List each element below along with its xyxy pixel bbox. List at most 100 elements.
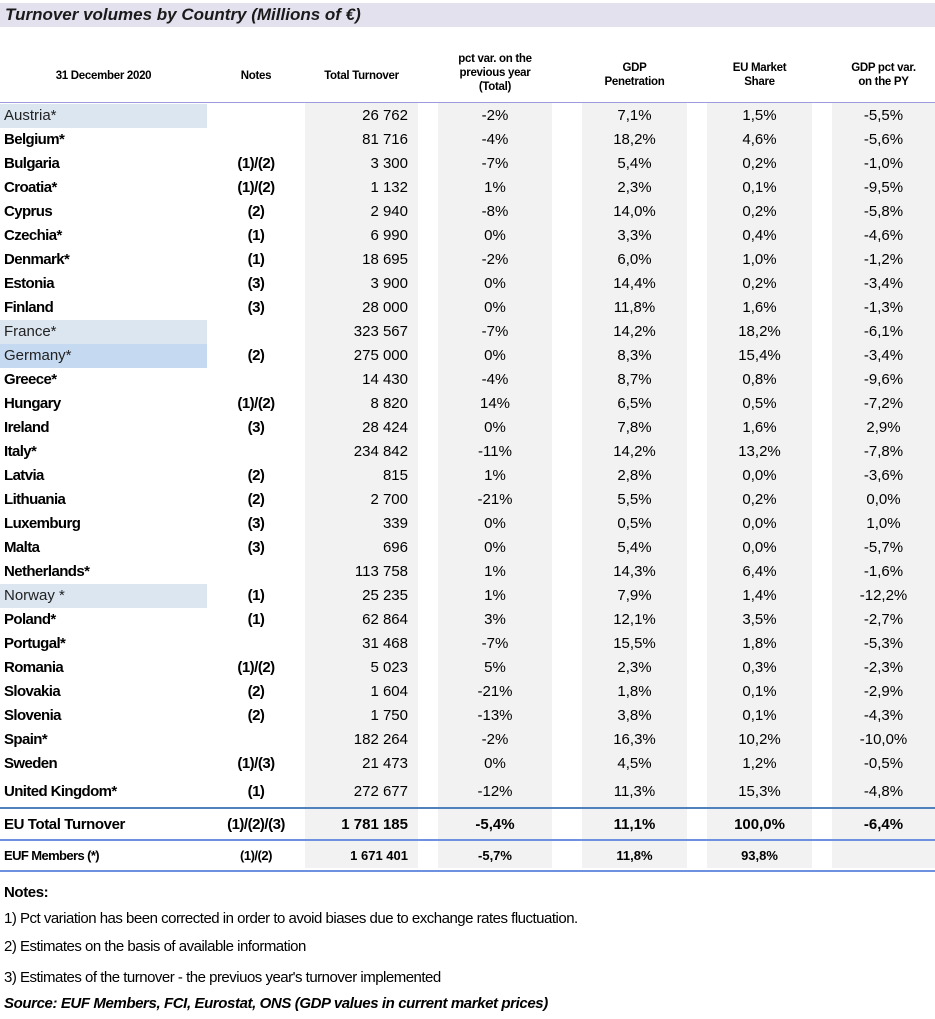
eu-market-share: 0,2% — [742, 491, 777, 508]
table-row: United Kingdom* (1) 272 677 -12% 11,3% 15,3% -… — [0, 780, 935, 804]
eu-market-share: 6,4% — [742, 563, 777, 580]
notes-ref: (2) — [247, 467, 265, 484]
pct-var: -4% — [481, 131, 509, 148]
pct-var: 3% — [484, 611, 506, 628]
eu-market-share: 0,1% — [742, 683, 777, 700]
gdp-penetration: 18,2% — [613, 131, 656, 148]
pct-var: 0% — [484, 755, 506, 772]
country-name: Austria* — [4, 107, 57, 124]
notes-ref: (1) — [247, 611, 265, 628]
eu-market-share: 18,2% — [738, 323, 781, 340]
gdp-penetration: 6,5% — [617, 395, 652, 412]
eu-market-share: 0,2% — [742, 155, 777, 172]
notes-ref: (3) — [247, 515, 265, 532]
gdp-penetration: 3,3% — [617, 227, 652, 244]
gdp-pct-var: -4,3% — [863, 707, 904, 724]
gdp-penetration: 2,3% — [617, 179, 652, 196]
notes-title: Notes: — [4, 884, 49, 901]
eu-market-share: 0,2% — [742, 203, 777, 220]
header-line: Share — [744, 76, 775, 88]
country-name: Bulgaria — [4, 155, 60, 172]
table-row: Cyprus (2) 2 940 -8% 14,0% 0,2% -5,8% — [0, 200, 935, 224]
total-turnover: 323 567 — [353, 323, 408, 340]
gdp-pct-var: -1,3% — [863, 299, 904, 316]
header-date: 31 December 2020 — [55, 70, 152, 82]
pct-var: -7% — [481, 155, 509, 172]
total-turnover: 182 264 — [353, 731, 408, 748]
total-turnover: 2 700 — [370, 491, 408, 508]
eu-market-share: 1,2% — [742, 755, 777, 772]
pct-var: 1% — [484, 587, 506, 604]
total-turnover: 5 023 — [370, 659, 408, 676]
pct-var: 0% — [484, 539, 506, 556]
gdp-pct-var: -5,7% — [863, 539, 904, 556]
table-row: Lithuania (2) 2 700 -21% 5,5% 0,2% 0,0% — [0, 488, 935, 512]
eu-market-share: 0,4% — [742, 227, 777, 244]
notes-ref: (1)/(2) — [237, 659, 275, 676]
country-name: Sweden — [4, 755, 58, 772]
header-notes: Notes — [240, 70, 272, 82]
total-label: EU Total Turnover — [4, 816, 125, 833]
pct-var: -21% — [477, 683, 513, 700]
pct-var: -7% — [481, 323, 509, 340]
gdp-penetration: 5,4% — [617, 539, 652, 556]
gdp-penetration: 8,3% — [617, 347, 652, 364]
total-divider-bottom — [0, 839, 935, 841]
pct-var: 0% — [484, 515, 506, 532]
table-row: Estonia (3) 3 900 0% 14,4% 0,2% -3,4% — [0, 272, 935, 296]
euf-pct-var: -5,7% — [478, 848, 512, 863]
pct-var: 5% — [484, 659, 506, 676]
country-name: Poland* — [4, 611, 56, 628]
note-2: 2) Estimates on the basis of available i… — [4, 938, 306, 955]
header-line: GDP — [622, 62, 647, 74]
header-gdp-pct-var: GDP pct var. on the PY — [832, 61, 935, 89]
gdp-penetration: 11,8% — [613, 299, 656, 316]
table-row: Sweden (1)/(3) 21 473 0% 4,5% 1,2% -0,5% — [0, 752, 935, 776]
notes-ref: (1) — [247, 227, 265, 244]
header-line: Penetration — [604, 76, 665, 88]
note-1: 1) Pct variation has been corrected in o… — [4, 910, 578, 927]
eu-market-share: 1,0% — [742, 251, 777, 268]
page-title: Turnover volumes by Country (Millions of… — [5, 5, 361, 24]
country-name: Norway * — [4, 587, 65, 604]
pct-var: -2% — [481, 251, 509, 268]
notes-ref: (3) — [247, 539, 265, 556]
eu-market-share: 0,8% — [742, 371, 777, 388]
total-pct-var: -5,4% — [475, 816, 515, 833]
pct-var: 0% — [484, 419, 506, 436]
header-line: pct var. on the — [458, 53, 532, 65]
header-line: (Total) — [478, 81, 512, 93]
header-line: previous year — [459, 67, 531, 79]
gdp-penetration: 1,8% — [617, 683, 652, 700]
table-row: Czechia* (1) 6 990 0% 3,3% 0,4% -4,6% — [0, 224, 935, 248]
gdp-pct-var: -1,0% — [863, 155, 904, 172]
gdp-penetration: 16,3% — [613, 731, 656, 748]
pct-var: -8% — [481, 203, 509, 220]
table-row: Bulgaria (1)/(2) 3 300 -7% 5,4% 0,2% -1,0% — [0, 152, 935, 176]
header-line: on the PY — [858, 76, 909, 88]
gdp-pct-var: -5,5% — [863, 107, 904, 124]
gdp-pct-var: -3,4% — [863, 275, 904, 292]
total-gdp-var: -6,4% — [863, 816, 904, 833]
total-divider-top — [0, 807, 935, 809]
gdp-penetration: 8,7% — [617, 371, 652, 388]
table-row: Croatia* (1)/(2) 1 132 1% 2,3% 0,1% -9,5% — [0, 176, 935, 200]
table-row: Latvia (2) 815 1% 2,8% 0,0% -3,6% — [0, 464, 935, 488]
table-row: Ireland (3) 28 424 0% 7,8% 1,6% 2,9% — [0, 416, 935, 440]
pct-var: 14% — [479, 395, 511, 412]
gdp-penetration: 5,4% — [617, 155, 652, 172]
total-turnover: 1 750 — [370, 707, 408, 724]
notes-ref: (2) — [247, 347, 265, 364]
gdp-pct-var: -9,6% — [863, 371, 904, 388]
notes-ref: (2) — [247, 683, 265, 700]
table-row: Poland* (1) 62 864 3% 12,1% 3,5% -2,7% — [0, 608, 935, 632]
eu-market-share: 13,2% — [738, 443, 781, 460]
country-name: Netherlands* — [4, 563, 90, 580]
total-turnover: 1 132 — [370, 179, 408, 196]
table-row: Italy* 234 842 -11% 14,2% 13,2% -7,8% — [0, 440, 935, 464]
pct-var: 0% — [484, 275, 506, 292]
total-turnover: 234 842 — [353, 443, 408, 460]
eu-market-share: 1,6% — [742, 419, 777, 436]
table-row: Luxemburg (3) 339 0% 0,5% 0,0% 1,0% — [0, 512, 935, 536]
table-row: Malta (3) 696 0% 5,4% 0,0% -5,7% — [0, 536, 935, 560]
